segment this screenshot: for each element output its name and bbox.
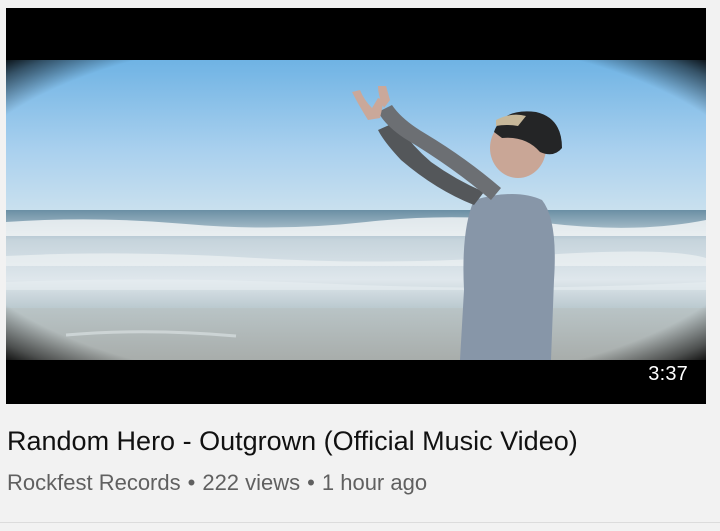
video-feed-page: 3:37 Random Hero - Outgrown (Official Mu… [0,0,720,531]
video-thumbnail[interactable]: 3:37 [6,8,706,404]
channel-name[interactable]: Rockfest Records [7,470,181,495]
video-duration-badge: 3:37 [648,363,688,385]
video-metadata: Rockfest Records • 222 views • 1 hour ago [7,468,427,498]
video-card[interactable]: 3:37 Random Hero - Outgrown (Official Mu… [0,0,720,531]
card-divider [0,522,720,523]
view-count: 222 views [202,470,301,495]
separator-dot: • [307,470,315,495]
thumbnail-image [6,60,706,360]
video-title[interactable]: Random Hero - Outgrown (Official Music V… [7,424,707,458]
separator-dot: • [187,470,196,495]
upload-age: 1 hour ago [321,470,428,495]
